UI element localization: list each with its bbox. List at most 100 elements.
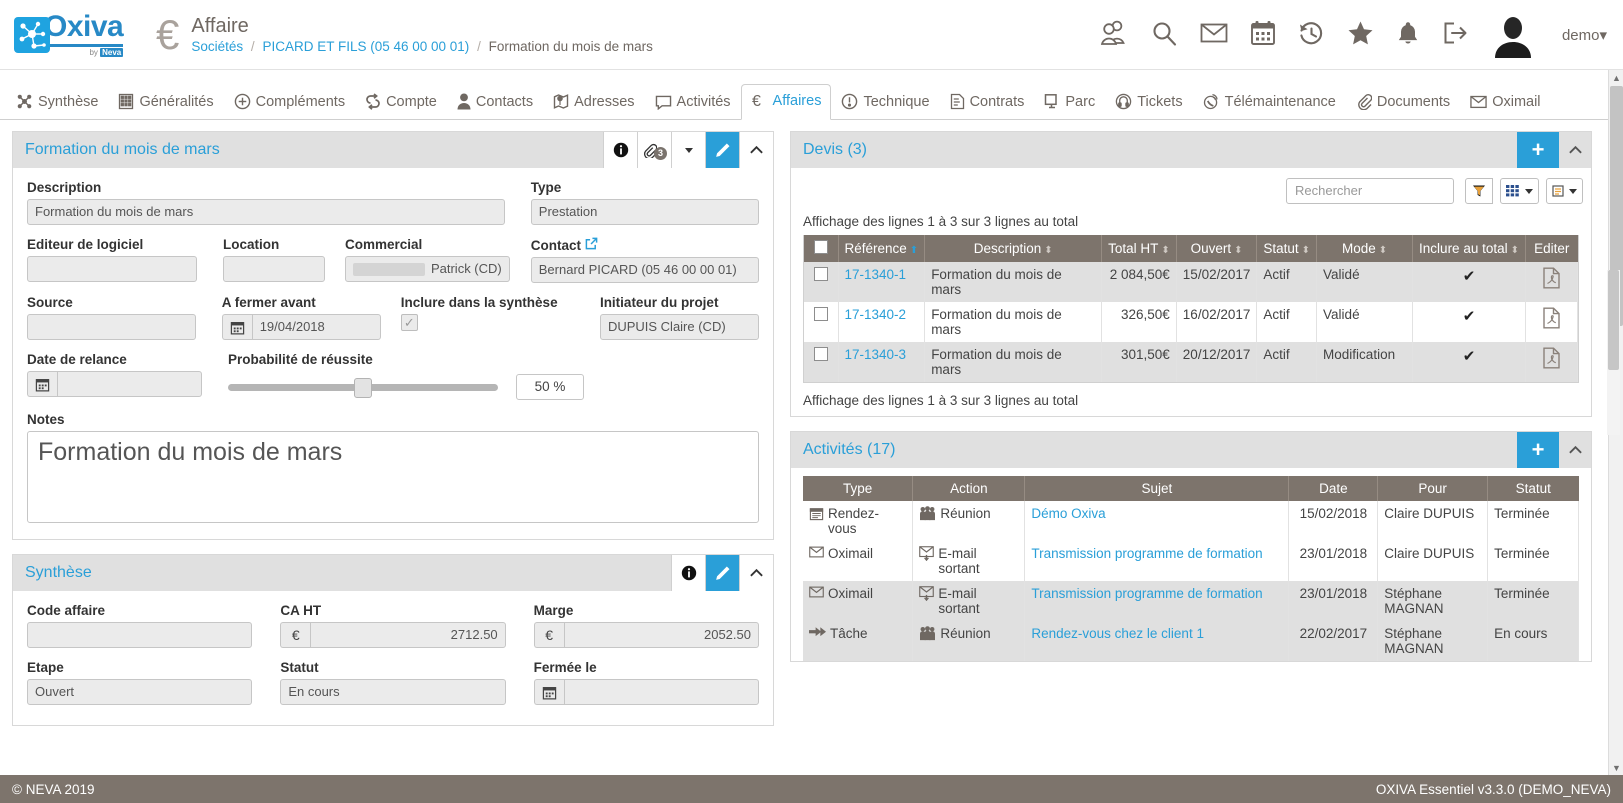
nav-tab-g-n-ralit-s[interactable]: Généralités (108, 85, 223, 120)
bell-icon[interactable] (1396, 20, 1420, 50)
devis-editer-cell[interactable] (1525, 342, 1578, 382)
export-icon[interactable] (1546, 178, 1583, 204)
devis-table-row[interactable]: 17-1340-1 Formation du mois de mars 2 084,… (804, 262, 1578, 302)
source-input[interactable] (27, 314, 196, 340)
nav-tab-synth-se[interactable]: Synthèse (6, 85, 108, 120)
code-affaire-input[interactable] (27, 622, 253, 648)
sort-arrow-icon[interactable]: ⬍ (1044, 245, 1052, 256)
devis-col-editer[interactable]: Editer (1525, 235, 1578, 262)
devis-col-mode[interactable]: Mode ⬍ (1316, 235, 1414, 262)
nav-tab-adresses[interactable]: Adresses (543, 85, 644, 120)
relance-input[interactable] (57, 371, 202, 397)
logout-icon[interactable] (1442, 21, 1468, 48)
devis-col-statut[interactable]: Statut ⬍ (1256, 235, 1318, 262)
nav-tab-tickets[interactable]: Tickets (1105, 85, 1192, 120)
row-checkbox[interactable] (813, 307, 828, 321)
sort-arrow-icon[interactable]: ⬆ (910, 245, 918, 256)
collapse-devis-button[interactable] (1559, 132, 1591, 168)
devis-table-row[interactable]: 17-1340-2 Formation du mois de mars 326,50… (804, 302, 1578, 342)
activites-col-type[interactable]: Type (803, 476, 914, 501)
nav-tab-parc[interactable]: Parc (1034, 85, 1105, 120)
pdf-icon[interactable] (1542, 267, 1561, 292)
sort-arrow-icon[interactable]: ⬍ (1302, 245, 1310, 256)
activite-sujet-link[interactable]: Transmission programme de formation (1031, 586, 1262, 601)
devis-inner-scrollbar[interactable] (1607, 270, 1620, 435)
type-input[interactable]: Prestation (530, 199, 759, 225)
collapse-affaire-button[interactable] (739, 132, 773, 168)
devis-row-checkbox-cell[interactable] (804, 262, 839, 302)
star-icon[interactable] (1347, 20, 1374, 49)
activite-sujet-cell[interactable]: Rendez-vous chez le client 1 (1024, 621, 1290, 661)
calendar-icon[interactable] (221, 314, 252, 340)
ca-ht-input[interactable]: 2712.50 (310, 622, 506, 648)
nav-tab-compte[interactable]: Compte (355, 85, 447, 120)
devis-reference-link[interactable]: 17-1340-1 (845, 267, 907, 282)
user-menu[interactable]: demo▾ (1562, 26, 1607, 44)
activite-sujet-link[interactable]: Démo Oxiva (1031, 506, 1105, 521)
contact-input[interactable]: Bernard PICARD (05 46 00 00 01) (530, 257, 759, 283)
activite-sujet-cell[interactable]: Transmission programme de formation (1024, 581, 1290, 621)
users-icon[interactable] (1099, 19, 1129, 50)
add-devis-button[interactable]: + (1517, 132, 1559, 168)
slider-handle[interactable] (354, 377, 372, 398)
filter-icon[interactable] (1465, 178, 1493, 204)
activites-col-statut[interactable]: Statut (1487, 476, 1579, 501)
commercial-input[interactable]: Patrick (CD) (344, 256, 510, 282)
probabilite-slider[interactable] (228, 377, 498, 398)
afermeravant-input[interactable]: 19/04/2018 (251, 314, 381, 340)
activite-sujet-cell[interactable]: Transmission programme de formation (1024, 541, 1290, 581)
devis-col-description[interactable]: Description ⬍ (924, 235, 1103, 262)
devis-table-row[interactable]: 17-1340-3 Formation du mois de mars 301,50… (804, 342, 1578, 382)
marge-input[interactable]: 2052.50 (563, 622, 759, 648)
sort-arrow-icon[interactable]: ⬍ (1161, 245, 1169, 256)
breadcrumb-company[interactable]: PICARD ET FILS (05 46 00 00 01) (262, 39, 469, 54)
nav-tab-compl-ments[interactable]: Compléments (224, 85, 355, 120)
attachment-icon[interactable]: 3 (637, 132, 671, 168)
history-icon[interactable] (1298, 20, 1325, 50)
statut-input[interactable]: En cours (280, 679, 506, 705)
collapse-synthese-button[interactable] (739, 555, 773, 591)
avatar[interactable] (1490, 12, 1536, 58)
etape-input[interactable]: Ouvert (27, 679, 253, 705)
nav-tab-t-l-maintenance[interactable]: Télémaintenance (1193, 85, 1346, 120)
nav-tab-documents[interactable]: Documents (1346, 85, 1460, 120)
devis-col-ouvert[interactable]: Ouvert ⬍ (1176, 235, 1258, 262)
probabilite-value[interactable]: 50 % (516, 374, 584, 400)
location-input[interactable] (222, 256, 325, 282)
nav-tab-oximail[interactable]: Oximail (1460, 86, 1550, 120)
nav-tab-affaires[interactable]: € Affaires (740, 84, 832, 120)
edit-affaire-button[interactable] (705, 132, 739, 168)
initiateur-input[interactable]: DUPUIS Claire (CD) (599, 314, 759, 340)
app-logo[interactable]: Oxiva by Neva (0, 12, 140, 57)
nav-tab-contacts[interactable]: Contacts (447, 85, 543, 120)
devis-col-total-ht[interactable]: Total HT ⬍ (1101, 235, 1177, 262)
inclure-synthese-checkbox[interactable]: ✓ (400, 314, 418, 331)
row-checkbox[interactable] (813, 267, 828, 281)
columns-icon[interactable] (1500, 178, 1539, 204)
edit-synthese-button[interactable] (705, 555, 739, 591)
devis-col-r-f-rence[interactable]: Référence ⬆ (838, 235, 926, 262)
activites-table-row[interactable]: Oximail E-mail sortant Transmission progra… (803, 541, 1579, 581)
devis-reference-link[interactable]: 17-1340-2 (845, 307, 907, 322)
pdf-icon[interactable] (1542, 347, 1561, 372)
nav-tab-activit-s[interactable]: Activités (645, 86, 741, 120)
devis-reference-cell[interactable]: 17-1340-3 (838, 342, 926, 382)
calendar-icon[interactable] (1250, 20, 1276, 49)
scroll-down-arrow[interactable]: ▼ (1609, 760, 1623, 775)
activites-col-pour[interactable]: Pour (1377, 476, 1489, 501)
devis-row-checkbox-cell[interactable] (804, 302, 839, 342)
fermee-le-input[interactable] (563, 679, 759, 705)
activite-sujet-link[interactable]: Rendez-vous chez le client 1 (1031, 626, 1204, 641)
devis-search-input[interactable]: Rechercher (1286, 178, 1454, 204)
devis-reference-cell[interactable]: 17-1340-2 (838, 302, 926, 342)
activites-table-row[interactable]: Oximail E-mail sortant Transmission progra… (803, 581, 1579, 621)
search-icon[interactable] (1151, 20, 1178, 50)
description-input[interactable]: Formation du mois de mars (27, 199, 505, 225)
pdf-icon[interactable] (1542, 307, 1561, 332)
mail-icon[interactable] (1200, 22, 1228, 47)
devis-editer-cell[interactable] (1525, 262, 1578, 302)
collapse-activites-button[interactable] (1559, 432, 1591, 468)
calendar-icon[interactable] (27, 371, 57, 397)
devis-reference-cell[interactable]: 17-1340-1 (838, 262, 926, 302)
add-activite-button[interactable]: + (1517, 432, 1559, 468)
